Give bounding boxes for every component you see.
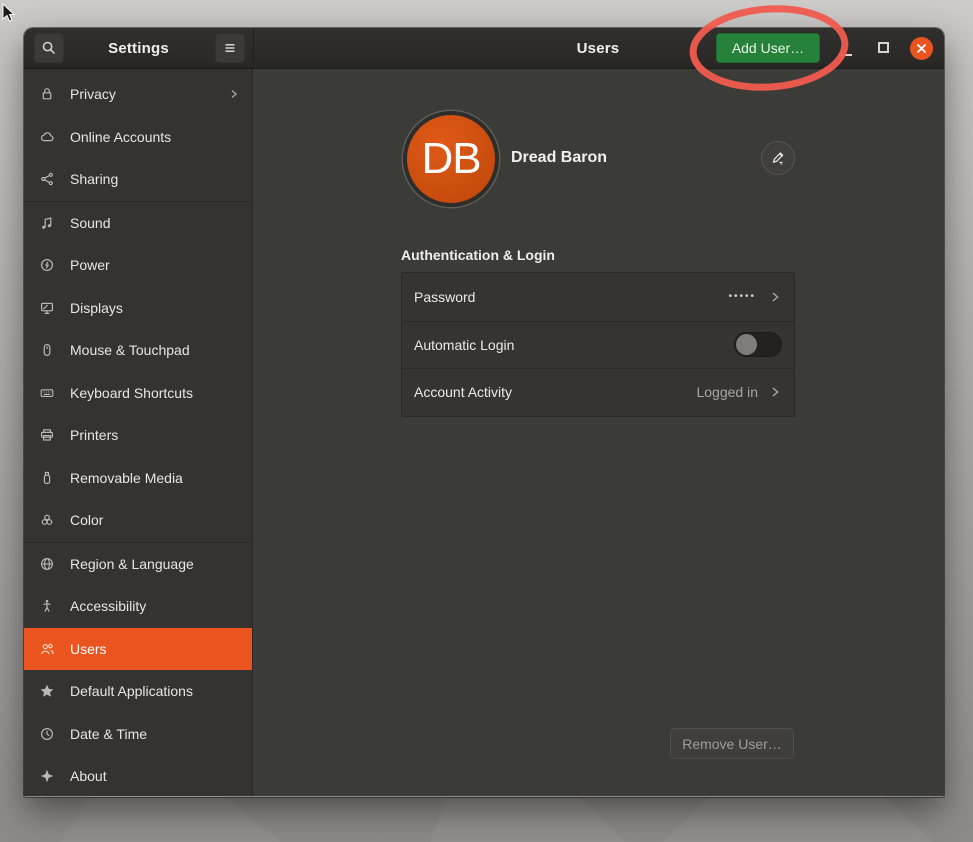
power-icon <box>39 257 55 273</box>
sparkle-icon <box>39 768 55 784</box>
sidebar-item-label: Printers <box>70 427 242 443</box>
row-label: Account Activity <box>414 384 696 400</box>
sidebar-item-displays[interactable]: Displays <box>24 287 252 330</box>
mouse-icon <box>39 342 55 358</box>
user-name: Dread Baron <box>511 149 607 167</box>
account-activity-row[interactable]: Account Activity Logged in <box>402 368 794 416</box>
sidebar-item-label: Sharing <box>70 171 242 187</box>
automatic-login-row: Automatic Login <box>402 321 794 369</box>
sidebar-item-privacy[interactable]: Privacy <box>24 73 252 116</box>
sidebar-item-label: Default Applications <box>70 683 242 699</box>
printer-icon <box>39 427 55 443</box>
sidebar-item-sharing[interactable]: Sharing <box>24 158 252 201</box>
clock-icon <box>39 726 55 742</box>
sidebar-item-label: Removable Media <box>70 470 242 486</box>
headerbar: Settings Users Add User… <box>24 28 944 69</box>
mouse-cursor-icon <box>2 3 18 25</box>
sidebar-item-accessibility[interactable]: Accessibility <box>24 585 252 628</box>
user-avatar[interactable]: DB <box>403 111 499 207</box>
sidebar-item-label: Power <box>70 257 242 273</box>
sidebar-item-label: Region & Language <box>70 556 242 572</box>
sidebar-item-label: Online Accounts <box>70 129 242 145</box>
keyboard-icon <box>39 385 55 401</box>
pencil-icon <box>770 150 786 166</box>
users-icon <box>39 641 55 657</box>
toggle-knob <box>736 334 757 355</box>
usb-drive-icon <box>39 470 55 486</box>
color-circles-icon <box>39 512 55 528</box>
maximize-button[interactable] <box>878 42 889 53</box>
accessibility-icon <box>39 598 55 614</box>
edit-name-button[interactable] <box>761 141 795 175</box>
section-title: Authentication & Login <box>401 247 555 263</box>
display-icon <box>39 300 55 316</box>
sidebar-item-keyboard-shortcuts[interactable]: Keyboard Shortcuts <box>24 372 252 415</box>
password-row[interactable]: Password ••••• <box>402 273 794 321</box>
sidebar-item-power[interactable]: Power <box>24 244 252 287</box>
chevron-right-icon <box>768 290 782 304</box>
hamburger-menu-icon <box>222 40 238 56</box>
sidebar-item-about[interactable]: About <box>24 755 252 796</box>
settings-window: Settings Users Add User… Privacy <box>24 28 944 797</box>
chevron-right-icon <box>768 385 782 399</box>
sidebar: Privacy Online Accounts Sharing Sound Po… <box>24 69 253 796</box>
share-icon <box>39 171 55 187</box>
close-button[interactable] <box>910 37 933 60</box>
sidebar-item-date-time[interactable]: Date & Time <box>24 713 252 756</box>
sidebar-item-label: Accessibility <box>70 598 242 614</box>
sidebar-item-label: Color <box>70 512 242 528</box>
sidebar-item-sound[interactable]: Sound <box>24 202 252 245</box>
add-user-button[interactable]: Add User… <box>716 33 820 63</box>
auth-login-card: Password ••••• Automatic Login Account A… <box>401 272 795 417</box>
password-dots: ••••• <box>728 291 756 302</box>
row-label: Password <box>414 289 728 305</box>
sidebar-item-label: Users <box>70 641 242 657</box>
sidebar-item-label: Mouse & Touchpad <box>70 342 242 358</box>
sidebar-item-label: Keyboard Shortcuts <box>70 385 242 401</box>
sidebar-item-color[interactable]: Color <box>24 499 252 542</box>
users-panel: DB Dread Baron Authentication & Login Pa… <box>253 69 944 796</box>
sidebar-item-label: Displays <box>70 300 242 316</box>
minimize-button[interactable] <box>839 54 852 56</box>
globe-icon <box>39 556 55 572</box>
lock-icon <box>39 86 55 102</box>
star-icon <box>39 683 55 699</box>
remove-user-button[interactable]: Remove User… <box>670 728 794 759</box>
sidebar-item-online-accounts[interactable]: Online Accounts <box>24 116 252 159</box>
header-divider <box>253 28 254 69</box>
page-title: Users <box>478 28 718 69</box>
sidebar-item-label: About <box>70 768 242 784</box>
sidebar-item-printers[interactable]: Printers <box>24 414 252 457</box>
automatic-login-toggle[interactable] <box>734 332 782 357</box>
cloud-icon <box>39 129 55 145</box>
sidebar-item-default-applications[interactable]: Default Applications <box>24 670 252 713</box>
sidebar-item-removable-media[interactable]: Removable Media <box>24 457 252 500</box>
sidebar-item-mouse-touchpad[interactable]: Mouse & Touchpad <box>24 329 252 372</box>
sidebar-item-label: Sound <box>70 215 242 231</box>
account-activity-value: Logged in <box>696 384 758 400</box>
sidebar-item-region-language[interactable]: Region & Language <box>24 543 252 586</box>
sidebar-item-label: Date & Time <box>70 726 242 742</box>
chevron-right-icon <box>228 88 240 100</box>
menu-button[interactable] <box>215 33 245 63</box>
row-label: Automatic Login <box>414 337 734 353</box>
sidebar-item-label: Privacy <box>70 86 213 102</box>
sidebar-item-users[interactable]: Users <box>24 628 252 671</box>
music-note-icon <box>39 215 55 231</box>
close-icon <box>916 43 927 54</box>
